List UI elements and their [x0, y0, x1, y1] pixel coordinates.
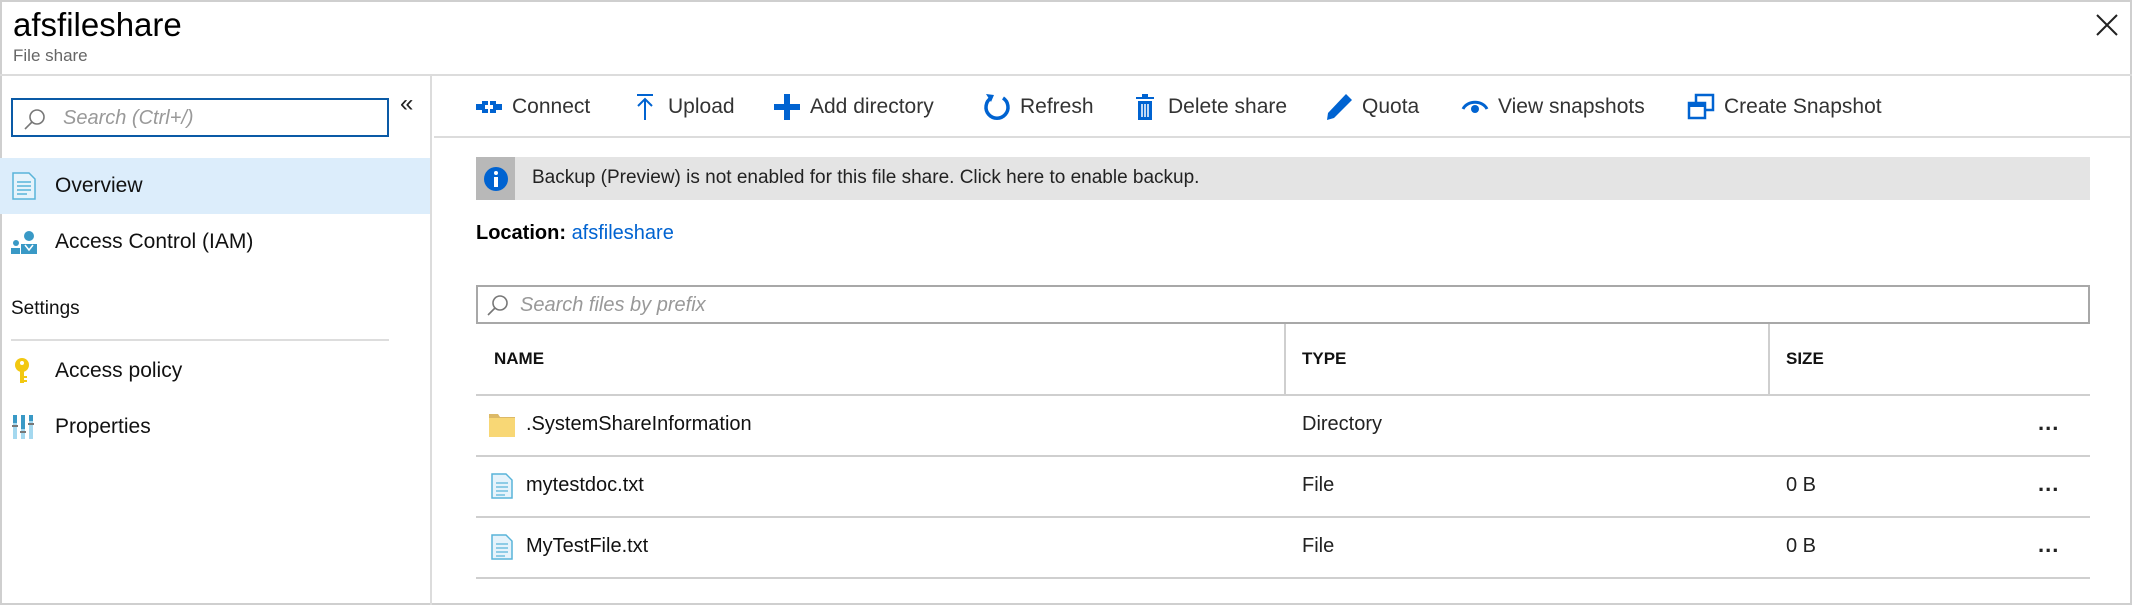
upload-icon [637, 94, 653, 120]
delete-share-label: Delete share [1168, 95, 1288, 118]
close-icon [2096, 14, 2118, 36]
table-row[interactable]: mytestdoc.txt File 0 B ... [476, 457, 2090, 518]
info-icon-container [476, 157, 515, 200]
sliders-icon [12, 415, 34, 439]
eye-icon [1461, 100, 1489, 113]
upload-label: Upload [668, 95, 735, 118]
table-row[interactable]: MyTestFile.txt File 0 B ... [476, 518, 2090, 579]
column-resizer[interactable] [1284, 324, 1286, 394]
file-name[interactable]: .SystemShareInformation [526, 413, 752, 436]
key-icon [15, 358, 29, 383]
column-resizer[interactable] [1768, 324, 1770, 394]
sidebar-search[interactable] [11, 98, 389, 137]
file-type: File [1302, 474, 1335, 496]
sidebar: « Overview Access Control (IAM) Settings… [0, 76, 432, 605]
banner-text: Backup (Preview) is not enabled for this… [532, 167, 1200, 188]
sidebar-item-overview[interactable]: Overview [0, 158, 430, 214]
view-snapshots-label: View snapshots [1498, 95, 1645, 118]
file-type: File [1302, 535, 1335, 557]
refresh-button[interactable]: Refresh [982, 90, 1094, 124]
trash-icon [1136, 94, 1154, 120]
file-name[interactable]: MyTestFile.txt [526, 535, 648, 558]
double-chevron-left-icon: « [400, 90, 414, 117]
refresh-label: Refresh [1020, 95, 1094, 118]
search-icon [24, 109, 45, 130]
refresh-icon [984, 94, 1010, 120]
close-button[interactable] [2094, 12, 2120, 38]
upload-button[interactable]: Upload [630, 90, 735, 124]
sidebar-item-access-control[interactable]: Access Control (IAM) [0, 214, 430, 270]
add-directory-button[interactable]: Add directory [772, 90, 934, 124]
sidebar-item-access-policy[interactable]: Access policy [0, 343, 430, 399]
view-snapshots-button[interactable]: View snapshots [1460, 90, 1645, 124]
file-icon [491, 534, 513, 560]
section-heading-settings: Settings [11, 298, 80, 319]
location-link[interactable]: afsfileshare [572, 222, 674, 244]
folder-icon [489, 414, 515, 437]
plus-icon [774, 94, 800, 120]
more-options-button[interactable]: ... [2038, 410, 2059, 436]
search-icon [487, 295, 508, 316]
users-icon [11, 231, 37, 254]
info-icon [483, 166, 508, 191]
connect-icon [476, 101, 502, 113]
command-bar: Connect Upload Add directory Refresh Del… [434, 76, 2130, 138]
collapse-sidebar-button[interactable]: « [400, 90, 413, 118]
document-icon [12, 172, 36, 200]
connect-button[interactable]: Connect [474, 90, 590, 124]
blade-header: afsfileshare File share [0, 0, 2132, 76]
column-header-size[interactable]: SIZE [1786, 324, 1824, 394]
file-table: NAME TYPE SIZE .SystemShareInformation D… [476, 324, 2090, 579]
main-content: Backup (Preview) is not enabled for this… [434, 138, 2130, 603]
backup-info-banner[interactable]: Backup (Preview) is not enabled for this… [476, 157, 2090, 200]
more-options-button[interactable]: ... [2038, 532, 2059, 558]
sidebar-search-input[interactable] [63, 104, 383, 132]
location-row: Location: afsfileshare [476, 222, 674, 245]
sidebar-item-label: Overview [55, 174, 143, 197]
quota-label: Quota [1362, 95, 1420, 118]
file-type: Directory [1302, 413, 1383, 435]
sidebar-item-label: Access Control (IAM) [55, 230, 254, 253]
create-snapshot-button[interactable]: Create Snapshot [1686, 90, 1882, 124]
sidebar-item-label: Access policy [55, 359, 183, 382]
section-divider [11, 339, 389, 341]
file-search-input[interactable] [520, 291, 2020, 319]
create-snapshot-label: Create Snapshot [1724, 95, 1882, 118]
column-header-name[interactable]: NAME [494, 324, 544, 394]
pencil-icon [1327, 94, 1352, 120]
file-icon [491, 473, 513, 499]
location-label: Location: [476, 222, 566, 244]
sidebar-item-properties[interactable]: Properties [0, 399, 430, 455]
file-name[interactable]: mytestdoc.txt [526, 474, 644, 497]
connect-label: Connect [512, 95, 591, 118]
column-header-type[interactable]: TYPE [1302, 324, 1346, 394]
quota-button[interactable]: Quota [1324, 90, 1419, 124]
page-title: afsfileshare [13, 6, 182, 43]
sidebar-item-label: Properties [55, 415, 151, 438]
table-row[interactable]: .SystemShareInformation Directory ... [476, 396, 2090, 457]
table-header: NAME TYPE SIZE [476, 324, 2090, 396]
page-subtitle: File share [13, 46, 88, 65]
add-directory-label: Add directory [810, 95, 934, 118]
more-options-button[interactable]: ... [2038, 471, 2059, 497]
snapshot-icon [1687, 93, 1715, 120]
file-size: 0 B [1786, 474, 1817, 496]
file-search[interactable] [476, 285, 2090, 324]
file-size: 0 B [1786, 535, 1817, 557]
delete-share-button[interactable]: Delete share [1130, 90, 1287, 124]
